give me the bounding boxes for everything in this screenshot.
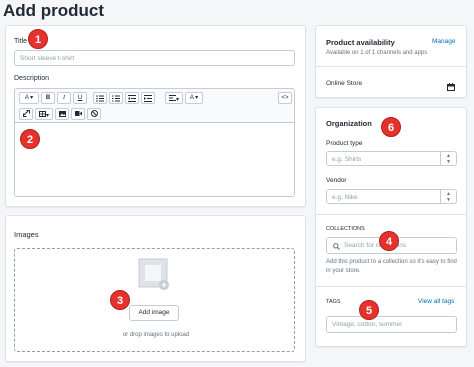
indent-icon — [144, 95, 152, 102]
clear-formatting-button[interactable] — [87, 108, 101, 120]
drop-hint: or drop images to upload — [122, 332, 190, 338]
title-placeholder: Short sleeve t-shirt — [20, 55, 75, 62]
editor-toolbar: A ▾ B I U ▾ A ▾ <> ▾ — [14, 88, 295, 122]
availability-subtitle: Available on 1 of 1 channels and apps — [326, 50, 428, 56]
manage-link[interactable]: Manage — [432, 38, 456, 45]
divider — [316, 66, 466, 67]
description-editor[interactable] — [14, 122, 295, 197]
collections-hint: Add this product to a collection so it's… — [326, 259, 457, 274]
annotation-badge-6: 6 — [381, 117, 401, 137]
description-label: Description — [14, 75, 50, 82]
title-label: Title — [14, 38, 27, 45]
select-arrows-icon: ▲ ▼ — [440, 190, 456, 203]
page-title: Add product — [3, 1, 105, 20]
add-image-button[interactable]: Add image — [129, 305, 179, 321]
insert-link-button[interactable] — [19, 108, 33, 120]
list-icon — [112, 95, 120, 102]
tags-label: TAGS — [326, 299, 341, 305]
organization-title: Organization — [326, 119, 372, 128]
view-all-tags-link[interactable]: View all tags — [418, 298, 454, 305]
product-type-select[interactable]: e.g. Shirts ▲ ▼ — [326, 151, 457, 166]
video-icon — [74, 111, 82, 116]
insert-video-button[interactable] — [71, 108, 85, 120]
annotation-badge-1: 1 — [28, 29, 48, 49]
product-type-label: Product type — [326, 140, 363, 147]
insert-image-button[interactable] — [55, 108, 69, 120]
availability-title: Product availability — [326, 38, 395, 47]
bulleted-list-button[interactable] — [93, 92, 107, 104]
annotation-badge-4: 4 — [379, 231, 399, 251]
annotation-badge-2: 2 — [20, 129, 40, 149]
vendor-label: Vendor — [326, 177, 347, 184]
insert-table-button[interactable]: ▾ — [35, 108, 53, 120]
collections-label: COLLECTIONS — [326, 226, 365, 232]
annotation-badge-5: 5 — [359, 300, 379, 320]
numbered-list-button[interactable] — [109, 92, 123, 104]
align-left-icon — [168, 95, 176, 101]
divider — [316, 214, 466, 215]
align-button[interactable]: ▾ — [165, 92, 183, 104]
image-icon — [58, 111, 66, 117]
outdent-button[interactable] — [125, 92, 139, 104]
italic-button[interactable]: I — [57, 92, 71, 104]
indent-icon — [128, 95, 136, 102]
search-icon — [333, 243, 340, 250]
table-icon — [38, 111, 46, 117]
image-placeholder-icon — [138, 258, 170, 290]
calendar-icon[interactable] — [447, 78, 455, 91]
chevron-down-icon: ▾ — [175, 97, 179, 103]
title-input[interactable]: Short sleeve t-shirt — [14, 50, 295, 66]
channel-online-store: Online Store — [326, 80, 363, 87]
chevron-down-icon: ▾ — [45, 113, 49, 119]
images-title: Images — [14, 230, 39, 239]
availability-card — [315, 25, 467, 98]
list-icon — [96, 95, 104, 102]
bold-button[interactable]: B — [41, 92, 55, 104]
select-arrows-icon: ▲ ▼ — [440, 152, 456, 165]
underline-button[interactable]: U — [73, 92, 87, 104]
clear-format-icon — [90, 110, 98, 117]
html-toggle-button[interactable]: <> — [278, 92, 292, 104]
link-icon — [22, 110, 30, 117]
paragraph-format-button[interactable]: A ▾ — [19, 92, 39, 104]
divider — [316, 286, 466, 287]
text-color-button[interactable]: A ▾ — [185, 92, 203, 104]
vendor-select[interactable]: e.g. Nike ▲ ▼ — [326, 189, 457, 204]
indent-button[interactable] — [141, 92, 155, 104]
tags-input[interactable]: Vintage, cotton, summer — [326, 316, 457, 333]
annotation-badge-3: 3 — [110, 290, 130, 310]
